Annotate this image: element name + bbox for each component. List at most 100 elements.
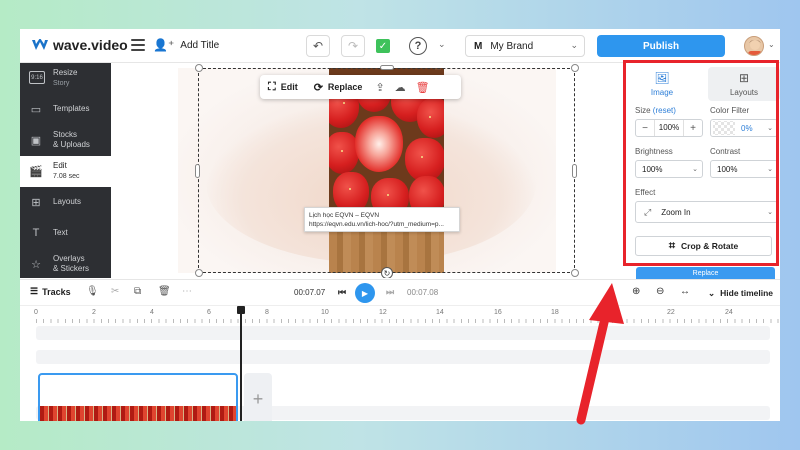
sidebar-item-sublabel: 7.08 sec (53, 173, 80, 180)
replace-strip-button[interactable]: Replace (636, 267, 775, 279)
effect-value: Zoom In (661, 207, 691, 217)
zoom-in-icon[interactable]: ⊕ (632, 286, 640, 297)
upload-icon[interactable]: ⇪ (370, 81, 389, 94)
tab-layouts-label: Layouts (729, 88, 759, 97)
zoom-out-icon[interactable]: ⊖ (656, 286, 664, 297)
tooltip-title: Lịch học EQVN – EQVN (309, 212, 380, 219)
timeline[interactable]: 0 2 4 6 8 10 12 14 16 18 20 22 24 + (20, 306, 780, 421)
ruler-label: 12 (379, 309, 387, 316)
ruler-label: 18 (551, 309, 559, 316)
plus-icon[interactable]: + (684, 123, 702, 134)
image-icon: 🖼 (654, 71, 670, 85)
time-ruler[interactable] (36, 319, 780, 323)
hide-timeline-label: Hide timeline (720, 288, 774, 298)
sidebar-item-label: Layouts (53, 197, 82, 206)
help-icon[interactable]: ? (409, 37, 427, 55)
chevron-down-icon[interactable]: ⌄ (438, 39, 446, 50)
sidebar-item-stocks[interactable]: ▣ Stocks & Uploads (20, 125, 111, 156)
ruler-label: 14 (436, 309, 444, 316)
brand-selector[interactable]: M My Brand ⌄ (465, 35, 585, 57)
replace-label: Replace (327, 82, 363, 92)
replace-button[interactable]: ⟳ Replace (306, 81, 371, 94)
resize-handle[interactable] (195, 164, 200, 178)
hide-timeline-button[interactable]: ⌄ Hide timeline (708, 288, 773, 299)
trash-icon[interactable]: 🗑 (411, 81, 435, 94)
fit-width-icon[interactable]: ↔ (680, 286, 690, 297)
scissors-icon[interactable]: ✂ (111, 286, 119, 297)
tab-layouts[interactable]: ⊞ Layouts (708, 67, 780, 101)
sidebar-item-sublabel: Story (53, 80, 70, 87)
clip-thumbnails (40, 406, 236, 421)
brand-initial: M (474, 40, 483, 52)
resize-handle[interactable] (571, 269, 579, 277)
brightness-value: 100% (642, 164, 663, 174)
contrast-select[interactable]: 100% ⌄ (710, 160, 778, 178)
add-title-button[interactable]: 👤⁺ Add Title (153, 38, 219, 52)
effect-select[interactable]: ⤢ Zoom In ⌄ (635, 201, 778, 223)
resize-handle[interactable] (571, 64, 579, 72)
ruler-label: 0 (34, 309, 38, 316)
sidebar-item-resize[interactable]: 9:16 Resize Story (20, 63, 111, 94)
sidebar-item-overlays[interactable]: ☆ Overlays & Stickers (20, 249, 111, 280)
undo-button[interactable]: ↶ (306, 35, 330, 57)
duplicate-icon[interactable]: ⧉ (134, 286, 141, 297)
play-button[interactable]: ▶ (355, 283, 375, 303)
undo-icon: ↶ (312, 39, 324, 53)
hamburger-menu-icon[interactable] (131, 39, 145, 51)
redo-button[interactable]: ↷ (341, 35, 365, 57)
color-filter-select[interactable]: 0% ⌄ (710, 119, 778, 137)
sidebar-item-label: Overlays (53, 254, 85, 263)
cloud-download-icon[interactable]: ☁ (390, 81, 411, 94)
sidebar-item-text[interactable]: T Text (20, 218, 111, 249)
sidebar-item-label: Text (53, 228, 68, 237)
resize-handle[interactable] (380, 65, 394, 70)
editor-window: wave.video 👤⁺ Add Title ↶ ↷ ✓ ? ⌄ M My B… (20, 29, 780, 421)
tab-image[interactable]: 🖼 Image (626, 67, 698, 101)
voiceover-icon[interactable]: 🎙 (86, 286, 99, 297)
resize-handle[interactable] (572, 164, 577, 178)
size-label-text: Size (635, 106, 651, 115)
ruler-label: 10 (321, 309, 329, 316)
zoom-expand-icon: ⤢ (644, 206, 652, 217)
edit-label: Edit (280, 82, 298, 92)
crop-icon: ⌗ (668, 239, 676, 252)
skip-back-icon[interactable]: ⏮ (338, 287, 346, 298)
avatar[interactable] (744, 36, 764, 56)
app-logo[interactable]: wave.video (32, 37, 128, 53)
ruler-label: 2 (92, 309, 96, 316)
chevron-down-icon[interactable]: ⌄ (768, 40, 775, 49)
resize-handle[interactable] (195, 269, 203, 277)
more-icon[interactable]: ⋯ (182, 286, 192, 297)
skip-forward-icon[interactable]: ⏭ (386, 287, 394, 298)
size-stepper[interactable]: − 100% + (635, 119, 703, 137)
video-clip[interactable] (38, 373, 238, 421)
add-clip-button[interactable]: + (244, 373, 272, 421)
total-time: 00:07.08 (407, 288, 439, 297)
size-reset-link[interactable]: (reset) (653, 106, 676, 115)
brightness-label: Brightness (635, 147, 673, 156)
sidebar-item-layouts[interactable]: ⊞ Layouts (20, 187, 111, 218)
sidebar-item-edit[interactable]: 🎬 Edit 7.08 sec (20, 156, 111, 187)
minus-icon[interactable]: − (636, 123, 654, 134)
track-row[interactable] (36, 350, 770, 364)
rotate-icon[interactable]: ↻ (381, 267, 393, 278)
sidebar-item-templates[interactable]: ▭ Templates (20, 94, 111, 125)
trash-icon[interactable]: 🗑 (158, 286, 171, 297)
brightness-select[interactable]: 100% ⌄ (635, 160, 703, 178)
plus-icon: + (252, 389, 264, 409)
effect-label: Effect (635, 188, 656, 197)
redo-icon: ↷ (347, 39, 359, 53)
ruler-label: 20 (609, 309, 617, 316)
resize-handle[interactable] (195, 64, 203, 72)
crop-rotate-button[interactable]: ⌗ Crop & Rotate (635, 236, 772, 256)
track-row[interactable] (36, 326, 770, 340)
chevron-down-icon: ⌄ (767, 209, 773, 216)
edit-button[interactable]: ⛶ Edit (260, 81, 306, 94)
publish-button[interactable]: Publish (597, 35, 725, 57)
tracks-button[interactable]: ☰ Tracks (30, 286, 71, 297)
sidebar-item-label-2: & Stickers (53, 264, 90, 273)
chevron-down-icon: ⌄ (708, 288, 716, 298)
playhead[interactable] (240, 306, 242, 421)
video-canvas[interactable]: ⋯ ↻ ⛶ Edit ⟳ Replace ⇪ ☁ 🗑 Lịch học EQVN… (111, 63, 620, 278)
layouts-icon: ⊞ (31, 196, 41, 209)
